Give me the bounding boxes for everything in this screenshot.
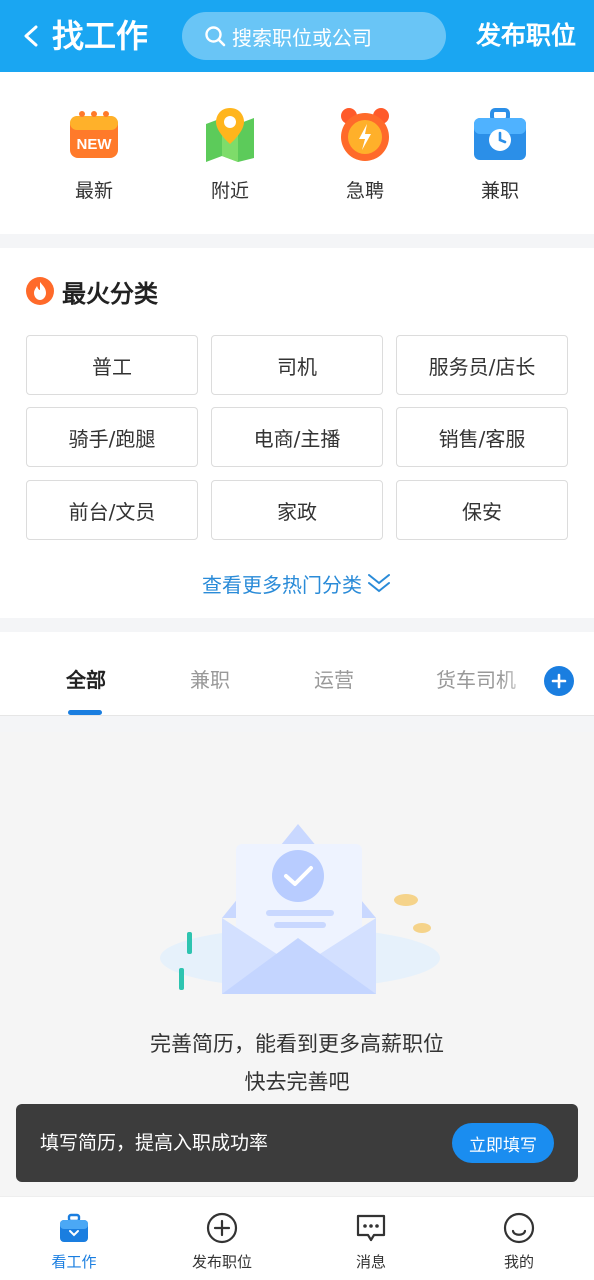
quick-entries: NEW 最新 附近 急聘 兼职 (0, 72, 594, 234)
job-tabs: 全部 兼职 运营 货车司机 (0, 632, 594, 716)
more-categories-link[interactable]: 查看更多热门分类 (0, 566, 594, 600)
nav-label: 看工作 (51, 1253, 97, 1271)
briefcase-icon (60, 1213, 88, 1242)
hot-categories-section: 最火分类 普工 司机 服务员/店长 骑手/跑腿 电商/主播 销售/客服 前台/文… (0, 248, 594, 618)
svg-text:NEW: NEW (77, 136, 113, 153)
quick-entry-parttime[interactable]: 兼职 (450, 104, 550, 214)
envelope-illustration (160, 824, 440, 994)
quick-entry-label: 兼职 (480, 180, 519, 202)
page-title: 找工作 (52, 17, 149, 55)
new-calendar-icon: NEW (70, 111, 118, 158)
nav-item-profile[interactable]: 我的 (469, 1211, 569, 1277)
category-button[interactable]: 服务员/店长 (396, 335, 568, 395)
bottom-navigation: 看工作 发布职位 消息 我的 (0, 1196, 594, 1280)
hot-categories-title: 最火分类 (62, 279, 158, 308)
plus-icon (551, 673, 567, 689)
nav-item-messages[interactable]: 消息 (321, 1211, 421, 1277)
category-button[interactable]: 司机 (211, 335, 383, 395)
briefcase-clock-icon (474, 108, 526, 160)
more-categories-label: 查看更多热门分类 (202, 572, 362, 597)
tab-fade (500, 632, 540, 714)
nav-label: 我的 (503, 1253, 534, 1271)
resume-banner: 填写简历，提高入职成功率 立即填写 (16, 1104, 578, 1182)
add-tab-button[interactable] (544, 666, 574, 696)
publish-job-button[interactable]: 发布职位 (476, 14, 576, 58)
category-button[interactable]: 电商/主播 (211, 407, 383, 467)
category-button[interactable]: 前台/文员 (26, 480, 198, 540)
quick-entry-latest[interactable]: NEW 最新 (44, 104, 144, 214)
chevron-left-icon (24, 25, 38, 47)
quick-entry-urgent[interactable]: 急聘 (315, 104, 415, 214)
nav-label: 消息 (355, 1253, 386, 1271)
top-header: 找工作 搜索职位或公司 发布职位 (0, 0, 594, 72)
search-icon (205, 26, 226, 47)
hot-categories-header: 最火分类 (26, 276, 158, 308)
search-input[interactable]: 搜索职位或公司 (182, 12, 446, 60)
profile-icon (503, 1212, 535, 1244)
category-button[interactable]: 家政 (211, 480, 383, 540)
back-button[interactable] (14, 18, 50, 54)
fire-icon (26, 277, 54, 305)
nav-item-publish[interactable]: 发布职位 (172, 1211, 272, 1277)
category-button[interactable]: 销售/客服 (396, 407, 568, 467)
category-button[interactable]: 普工 (26, 335, 198, 395)
banner-text: 填写简历，提高入职成功率 (40, 1132, 269, 1154)
active-tab-indicator (68, 710, 102, 715)
quick-entry-label: 最新 (74, 180, 113, 202)
nav-item-jobs[interactable]: 看工作 (24, 1211, 124, 1277)
chat-bubble-icon (356, 1214, 386, 1242)
plus-circle-icon (206, 1212, 238, 1244)
nav-label: 发布职位 (191, 1253, 252, 1271)
search-placeholder: 搜索职位或公司 (232, 25, 372, 50)
map-pin-icon (206, 108, 254, 162)
quick-entry-label: 急聘 (345, 180, 384, 202)
tab-parttime[interactable]: 兼职 (180, 664, 240, 694)
alarm-clock-icon (341, 108, 389, 161)
tab-operations[interactable]: 运营 (304, 664, 364, 694)
category-button[interactable]: 骑手/跑腿 (26, 407, 198, 467)
fill-resume-button[interactable]: 立即填写 (452, 1123, 554, 1163)
double-chevron-down-icon (368, 574, 390, 593)
category-button[interactable]: 保安 (396, 480, 568, 540)
empty-state-submessage: 快去完善吧 (244, 1070, 350, 1094)
quick-entry-nearby[interactable]: 附近 (180, 104, 280, 214)
tab-all[interactable]: 全部 (56, 664, 116, 694)
empty-state-message: 完善简历，能看到更多高薪职位 (150, 1032, 444, 1056)
quick-entry-label: 附近 (210, 180, 249, 202)
